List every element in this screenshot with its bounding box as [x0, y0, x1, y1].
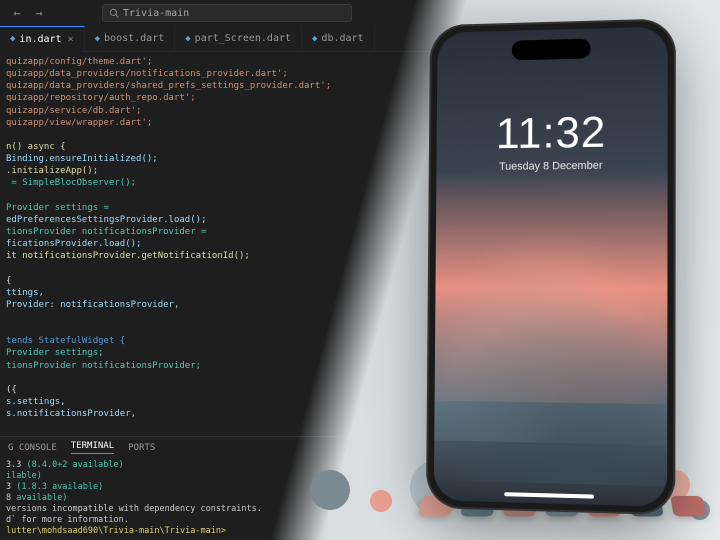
dart-file-icon: ◆ [10, 34, 15, 44]
panel-tabs: G CONSOLE TERMINAL PORTS [0, 436, 720, 458]
nav-back-icon[interactable]: ← [8, 6, 26, 20]
code-editor[interactable]: quizapp/config/theme.dart'; quizapp/data… [0, 52, 720, 436]
panel-tab-terminal[interactable]: TERMINAL [71, 441, 114, 454]
command-center-search[interactable]: Trivia-main [102, 4, 352, 22]
dart-file-icon: ◆ [185, 34, 190, 44]
tab-label: db.dart [321, 33, 363, 44]
tab-db-dart[interactable]: ◆ db.dart [302, 26, 375, 52]
tab-main-dart[interactable]: ◆ in.dart × [0, 26, 85, 52]
nav-forward-icon[interactable]: → [30, 6, 48, 20]
editor-window: ← → Trivia-main ◆ in.dart × ◆ boost.dart… [0, 0, 720, 540]
terminal-output[interactable]: 3.3 (8.4.0+2 available) ilable) 3 (1.8.3… [0, 458, 720, 540]
close-icon[interactable]: × [68, 34, 74, 45]
dart-file-icon: ◆ [95, 34, 100, 44]
dart-file-icon: ◆ [312, 34, 317, 44]
search-placeholder: Trivia-main [123, 8, 189, 19]
title-bar: ← → Trivia-main [0, 0, 720, 26]
panel-tab-console[interactable]: G CONSOLE [8, 443, 57, 453]
search-icon [109, 8, 119, 18]
tab-label: boost.dart [104, 33, 164, 44]
tab-label: part_Screen.dart [195, 33, 291, 44]
tab-label: in.dart [19, 34, 61, 45]
tab-boost-dart[interactable]: ◆ boost.dart [85, 26, 176, 52]
tab-part-screen-dart[interactable]: ◆ part_Screen.dart [175, 26, 302, 52]
editor-tabs: ◆ in.dart × ◆ boost.dart ◆ part_Screen.d… [0, 26, 720, 52]
panel-tab-ports[interactable]: PORTS [128, 443, 155, 453]
